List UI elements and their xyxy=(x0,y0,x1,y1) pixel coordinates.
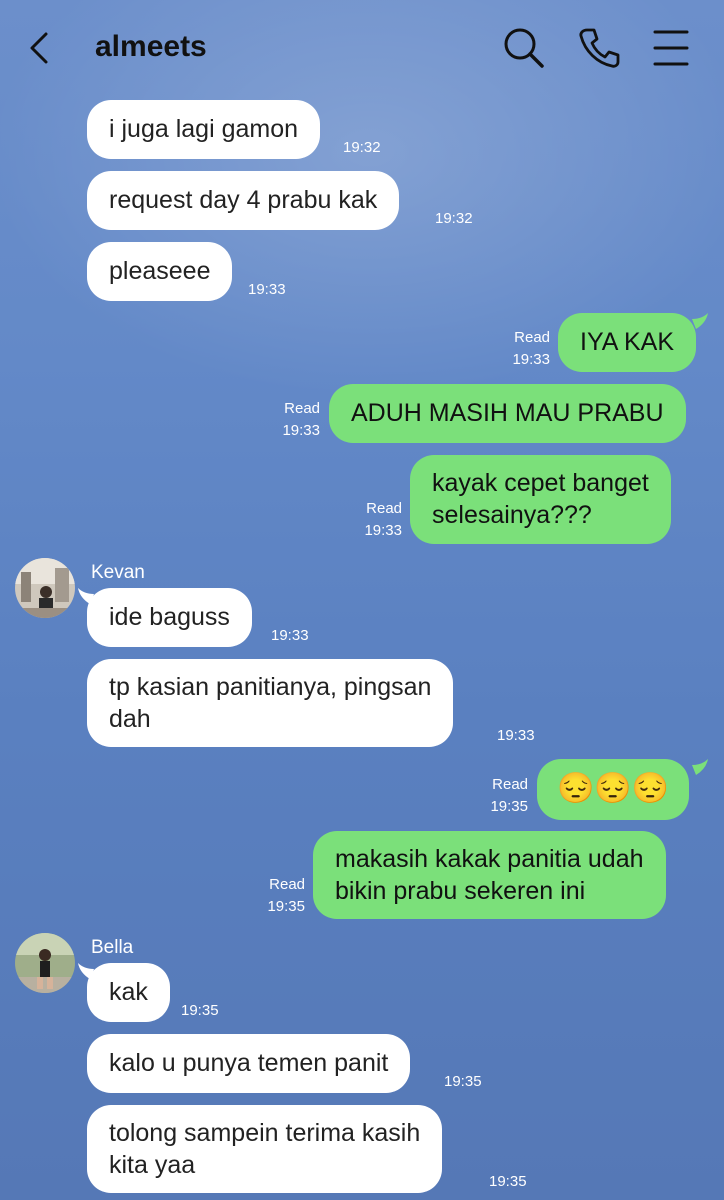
message-bubble[interactable]: IYA KAK xyxy=(558,313,697,372)
message-bubble[interactable]: kak xyxy=(87,963,170,1022)
message-bubble[interactable]: ide baguss xyxy=(87,588,252,647)
chevron-left-icon xyxy=(30,32,48,64)
message-bubble[interactable]: i juga lagi gamon xyxy=(87,100,321,159)
message-time: 19:33 xyxy=(497,727,535,744)
message-time: 19:35 xyxy=(490,798,528,815)
message-time: 19:33 xyxy=(248,281,286,298)
message-bubble[interactable]: tolong sampein terima kasih kita yaa xyxy=(87,1105,443,1193)
bubble-tail xyxy=(692,313,708,329)
phone-icon xyxy=(579,28,620,68)
menu-button[interactable] xyxy=(648,24,696,72)
message-bubble[interactable]: tp kasian panitianya, pingsan dah xyxy=(87,659,454,747)
read-receipt: Read xyxy=(492,776,528,793)
read-receipt: Read xyxy=(514,329,550,346)
message-line: kayak cepet banget xyxy=(432,469,649,497)
message-bubble[interactable]: makasih kakak panitia udah bikin prabu s… xyxy=(313,831,666,919)
message-bubble[interactable]: ADUH MASIH MAU PRABU xyxy=(329,384,686,443)
message-time: 19:32 xyxy=(435,210,473,227)
avatar-kevan[interactable] xyxy=(15,558,75,618)
chat-title: almeets xyxy=(95,30,207,63)
message-line: makasih kakak panitia udah xyxy=(335,845,644,873)
message-time: 19:35 xyxy=(181,1002,219,1019)
message-time: 19:35 xyxy=(489,1173,527,1190)
search-icon xyxy=(504,28,544,68)
message-time: 19:33 xyxy=(512,351,550,368)
message-time: 19:32 xyxy=(343,139,381,156)
message-line: tp kasian panitianya, pingsan xyxy=(109,673,432,701)
message-line: bikin prabu sekeren ini xyxy=(335,877,586,905)
avatar-image xyxy=(15,558,75,618)
search-button[interactable] xyxy=(500,24,548,72)
read-receipt: Read xyxy=(269,876,305,893)
message-time: 19:33 xyxy=(271,627,309,644)
read-receipt: Read xyxy=(366,500,402,517)
avatar-bella[interactable] xyxy=(15,933,75,993)
call-button[interactable] xyxy=(575,24,623,72)
menu-icon xyxy=(653,30,689,66)
sender-name: Bella xyxy=(91,937,134,958)
message-bubble[interactable]: 😔😔😔 xyxy=(537,759,690,820)
message-line: kita yaa xyxy=(109,1151,196,1179)
message-time: 19:35 xyxy=(267,898,305,915)
message-bubble[interactable]: kalo u punya temen panit xyxy=(87,1034,411,1093)
message-time: 19:33 xyxy=(364,522,402,539)
chat-header: almeets xyxy=(0,0,724,96)
back-button[interactable] xyxy=(24,26,60,70)
message-bubble[interactable]: request day 4 prabu kak xyxy=(87,171,400,230)
message-line: selesainya??? xyxy=(432,501,592,529)
read-receipt: Read xyxy=(284,400,320,417)
sender-name: Kevan xyxy=(91,562,145,583)
message-bubble[interactable]: kayak cepet banget selesainya??? xyxy=(410,455,671,544)
message-time: 19:35 xyxy=(444,1073,482,1090)
avatar-image xyxy=(15,933,75,993)
bubble-tail xyxy=(692,759,708,775)
message-bubble[interactable]: pleaseee xyxy=(87,242,233,301)
message-time: 19:33 xyxy=(282,422,320,439)
message-line: dah xyxy=(109,705,151,733)
message-line: tolong sampein terima kasih xyxy=(109,1119,421,1147)
